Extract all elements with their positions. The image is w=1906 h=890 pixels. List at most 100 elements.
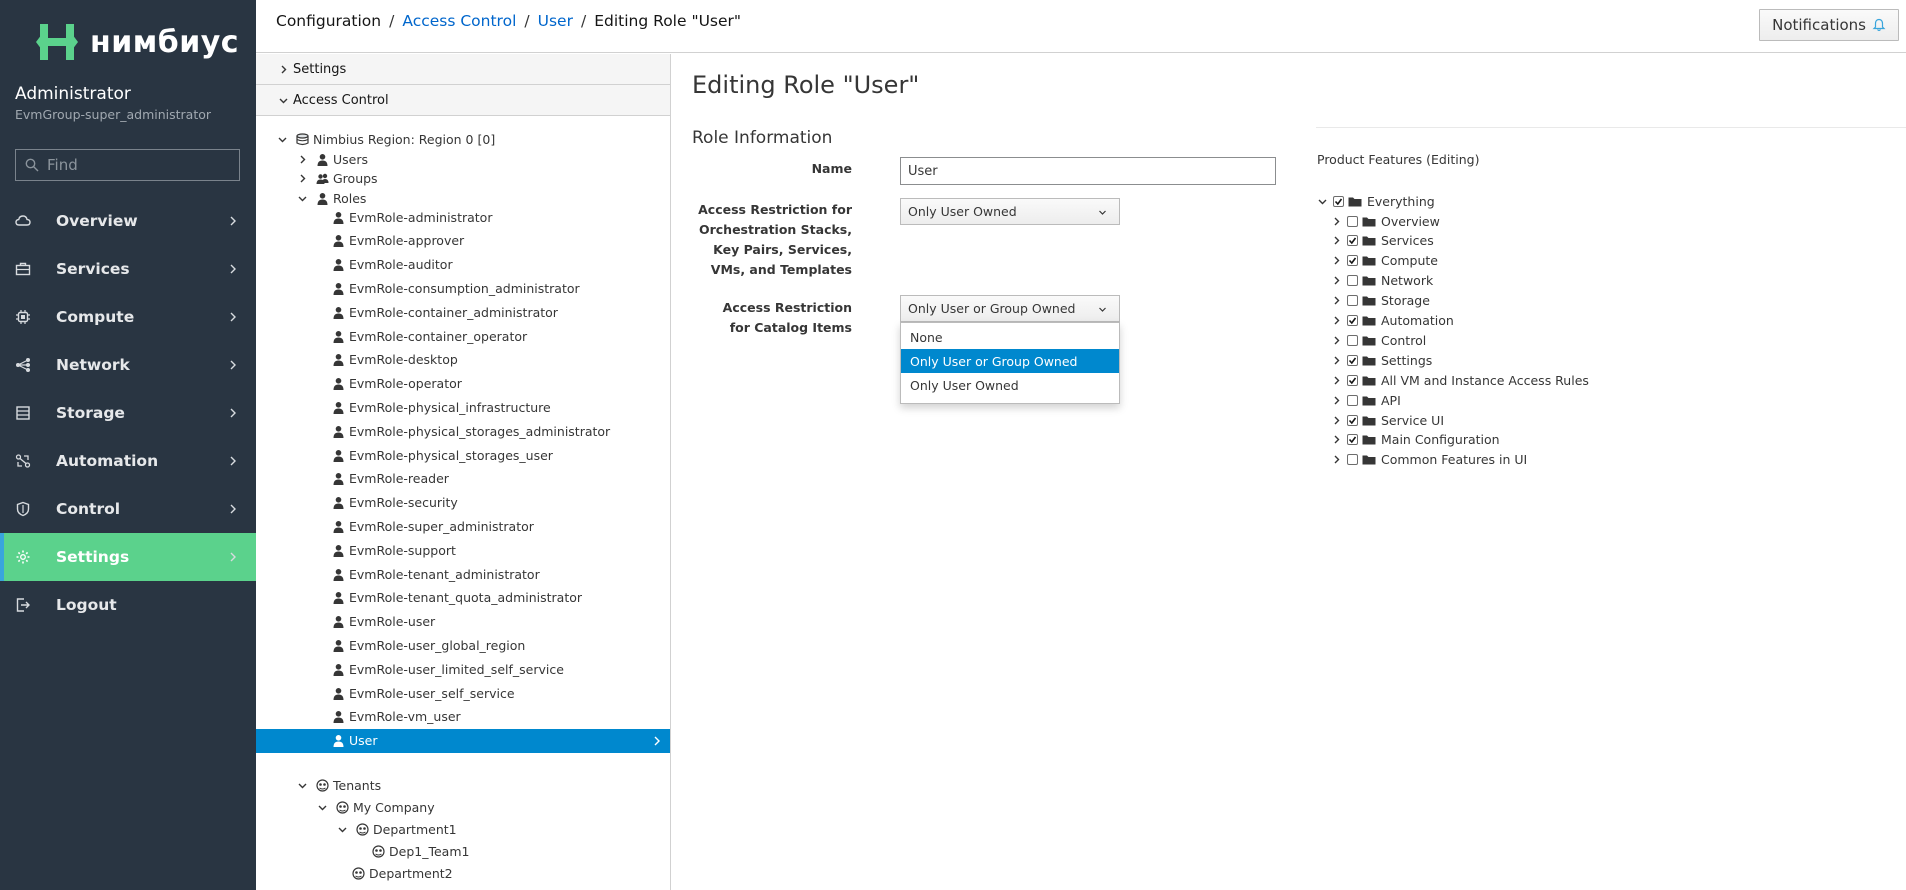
user-icon	[317, 153, 328, 166]
notifications-button[interactable]: Notifications	[1759, 9, 1899, 41]
nav-item-automation[interactable]: Automation	[0, 437, 256, 485]
nav-item-compute[interactable]: Compute	[0, 293, 256, 341]
accordion-access-control[interactable]: Access Control	[256, 85, 670, 116]
tree-node-department1[interactable]: Department1	[338, 817, 457, 841]
feature-node-main-configuration[interactable]: Main Configuration	[1332, 430, 1500, 450]
name-input[interactable]	[900, 157, 1276, 185]
network-icon	[16, 358, 30, 372]
checkbox-unchecked[interactable]	[1347, 215, 1358, 227]
checkbox-unchecked[interactable]	[1347, 334, 1358, 346]
feature-node-services[interactable]: Services	[1332, 231, 1434, 251]
tree-node-label: Roles	[333, 190, 367, 206]
main-content: Editing Role "User" Role Information Nam…	[671, 54, 1906, 890]
nav-item-control[interactable]: Control	[0, 485, 256, 533]
chevron-right-icon	[230, 456, 236, 466]
feature-node-service-ui[interactable]: Service UI	[1332, 410, 1444, 430]
feature-label: Main Configuration	[1381, 432, 1500, 448]
catalog-restriction-select[interactable]: Only User or Group Owned	[900, 295, 1120, 322]
dropdown-option[interactable]: None	[901, 325, 1119, 349]
tree-node-tenants[interactable]: Tenants	[298, 773, 381, 797]
tree-node-role[interactable]: EvmRole-super_administrator	[332, 514, 534, 538]
tree-node-role[interactable]: EvmRole-reader	[332, 467, 449, 491]
feature-node-storage[interactable]: Storage	[1332, 291, 1430, 311]
tree-node-dep1-team1[interactable]: Dep1_Team1	[372, 839, 469, 863]
checkbox-unchecked[interactable]	[1347, 275, 1358, 287]
user-icon	[333, 520, 344, 533]
chevron-right-icon	[230, 408, 236, 418]
tree-node-role[interactable]: EvmRole-administrator	[332, 205, 492, 229]
checkbox-unchecked[interactable]	[1347, 394, 1358, 406]
tree-node-role[interactable]: EvmRole-vm_user	[332, 705, 461, 729]
feature-node-compute[interactable]: Compute	[1332, 251, 1438, 271]
tree-node-role[interactable]: EvmRole-tenant_administrator	[332, 562, 540, 586]
page-title: Editing Role "User"	[692, 71, 920, 99]
feature-node-settings[interactable]: Settings	[1332, 350, 1432, 370]
tree-node-my-company[interactable]: My Company	[318, 795, 435, 819]
tree-node-role[interactable]: EvmRole-user	[332, 610, 435, 634]
nav-item-services[interactable]: Services	[0, 245, 256, 293]
breadcrumb-user[interactable]: User	[538, 12, 573, 30]
checkbox-checked[interactable]	[1347, 434, 1358, 446]
tree-node-role[interactable]: EvmRole-physical_storages_administrator	[332, 419, 610, 443]
chevron-right-icon	[230, 552, 236, 562]
feature-node-automation[interactable]: Automation	[1332, 311, 1454, 331]
checkbox-checked[interactable]	[1347, 315, 1358, 326]
nav-item-storage[interactable]: Storage	[0, 389, 256, 437]
brand-logo[interactable]: нимбиус	[34, 18, 239, 66]
tree-node-role[interactable]: EvmRole-physical_storages_user	[332, 443, 553, 467]
tree-node-role[interactable]: User	[256, 728, 670, 753]
feature-node-overview[interactable]: Overview	[1332, 211, 1440, 231]
feature-node-everything[interactable]: Everything	[1318, 191, 1435, 211]
checkbox-checked[interactable]	[1347, 414, 1358, 426]
checkbox-checked[interactable]	[1347, 354, 1358, 366]
accordion-settings[interactable]: Settings	[256, 54, 670, 85]
checkbox-checked[interactable]	[1347, 235, 1358, 247]
check-icon	[1348, 237, 1357, 245]
tree-node-label: EvmRole-physical_infrastructure	[349, 399, 551, 415]
tree-node-role[interactable]: EvmRole-security	[332, 491, 458, 515]
chevron-down-icon	[1099, 307, 1106, 312]
feature-node-all-vm-and-instance-access-rules[interactable]: All VM and Instance Access Rules	[1332, 370, 1589, 390]
tree-node-role[interactable]: EvmRole-consumption_administrator	[332, 276, 580, 300]
tree-node-role[interactable]: EvmRole-user_limited_self_service	[332, 657, 564, 681]
tree-node-role[interactable]: EvmRole-support	[332, 538, 456, 562]
nav-item-settings[interactable]: Settings	[0, 533, 256, 581]
tree-node-role[interactable]: EvmRole-user_global_region	[332, 633, 525, 657]
breadcrumb-access-control[interactable]: Access Control	[402, 12, 516, 30]
tree-node-role[interactable]: EvmRole-operator	[332, 372, 462, 396]
tree-node-role[interactable]: EvmRole-desktop	[332, 348, 458, 372]
checkbox-checked[interactable]	[1333, 195, 1344, 207]
nav-search-input[interactable]	[47, 156, 237, 174]
vm-restriction-select[interactable]: Only User Owned	[900, 198, 1120, 225]
chevron-right-icon	[1334, 455, 1340, 464]
nav-item-label: Compute	[56, 308, 135, 326]
tree-node-role[interactable]: EvmRole-container_operator	[332, 324, 527, 348]
tree-node-role[interactable]: EvmRole-container_administrator	[332, 300, 558, 324]
nav-item-logout[interactable]: Logout	[0, 581, 256, 629]
nav-item-network[interactable]: Network	[0, 341, 256, 389]
tree-node-role[interactable]: EvmRole-user_self_service	[332, 681, 515, 705]
tree-node-role[interactable]: EvmRole-approver	[332, 229, 464, 253]
checkbox-checked[interactable]	[1347, 255, 1358, 267]
checkbox-checked[interactable]	[1347, 374, 1358, 386]
feature-node-network[interactable]: Network	[1332, 271, 1433, 291]
feature-node-control[interactable]: Control	[1332, 330, 1426, 350]
feature-node-common-features-in-ui[interactable]: Common Features in UI	[1332, 450, 1527, 470]
folder-icon	[1362, 296, 1376, 306]
tree-node-department2[interactable]: Department2	[352, 861, 453, 885]
chevron-right-icon	[1334, 236, 1340, 245]
dropdown-option[interactable]: Only User Owned	[901, 373, 1119, 397]
tree-node-role[interactable]: EvmRole-tenant_quota_administrator	[332, 586, 582, 610]
chevron-right-icon	[230, 360, 236, 370]
top-bar: Configuration / Access Control / User / …	[256, 0, 1906, 53]
dropdown-option[interactable]: Only User or Group Owned	[901, 349, 1119, 373]
checkbox-unchecked[interactable]	[1347, 454, 1358, 466]
feature-node-api[interactable]: API	[1332, 390, 1401, 410]
checkbox-unchecked[interactable]	[1347, 295, 1358, 307]
nav-item-overview[interactable]: Overview	[0, 197, 256, 245]
tree-node-label: EvmRole-container_administrator	[349, 304, 558, 320]
tree-node-role[interactable]: EvmRole-auditor	[332, 253, 453, 277]
tree-node-role[interactable]: EvmRole-physical_infrastructure	[332, 395, 551, 419]
bell-icon	[1872, 18, 1886, 32]
folder-icon	[1362, 396, 1376, 406]
